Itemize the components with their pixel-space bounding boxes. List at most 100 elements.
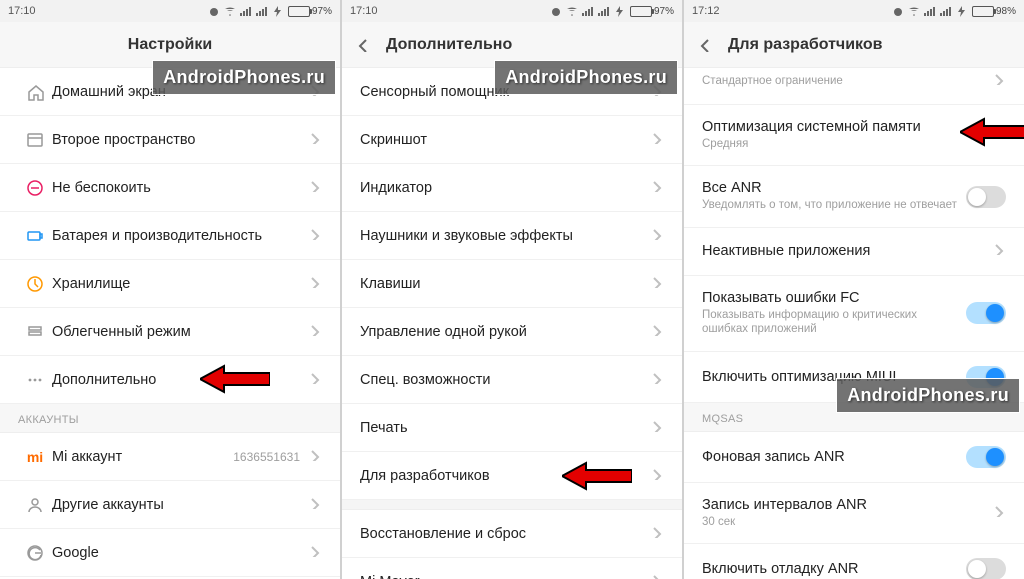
- row-label: Спец. возможности: [360, 372, 650, 388]
- phone-settings: 17:10 97% Настройки AndroidPhones.ru Дом…: [0, 0, 340, 579]
- row-label: Батарея и производительность: [52, 228, 308, 244]
- dnd-icon: [18, 179, 52, 197]
- signal-icon: [240, 5, 252, 17]
- toggle-switch[interactable]: [966, 446, 1006, 468]
- wifi-icon: [224, 5, 236, 17]
- row-sub: 30 сек: [702, 515, 992, 529]
- status-time: 17:10: [8, 5, 36, 17]
- row-label: Запись интервалов ANR: [702, 497, 992, 513]
- row-label: Дополнительно: [52, 372, 308, 388]
- row-mi-account[interactable]: mi Mi аккаунт 1636551631: [0, 433, 340, 481]
- row-sub: Уведомлять о том, что приложение не отве…: [702, 198, 966, 212]
- row-anr-bg-record[interactable]: Фоновая запись ANR: [684, 432, 1024, 483]
- signal-icon: [598, 5, 610, 17]
- row-trail: 1636551631: [233, 450, 300, 464]
- row-other-accounts[interactable]: Другие аккаунты: [0, 481, 340, 529]
- battery-indicator: 97%: [630, 6, 674, 17]
- row-label: Показывать ошибки FC: [702, 290, 966, 306]
- charging-icon: [272, 5, 284, 17]
- chevron-right-icon: [308, 544, 322, 562]
- google-icon: [18, 544, 52, 562]
- settings-list: Домашний экран Второе пространство Не бе…: [0, 68, 340, 579]
- row-memory-opt[interactable]: Оптимизация системной памяти Средняя: [684, 105, 1024, 166]
- chevron-right-icon: [650, 227, 664, 245]
- dev-list: Стандартное ограничение Оптимизация сист…: [684, 68, 1024, 579]
- row-all-anr[interactable]: Все ANR Уведомлять о том, что приложение…: [684, 166, 1024, 227]
- battery-indicator: 98%: [972, 6, 1016, 17]
- status-bar: 17:10 97%: [342, 0, 682, 22]
- back-button[interactable]: [698, 38, 718, 52]
- status-icons: 98%: [892, 5, 1016, 17]
- signal-icon: [924, 5, 936, 17]
- status-bar: 17:12 98%: [684, 0, 1024, 22]
- chevron-right-icon: [308, 448, 322, 466]
- row-label: Включить отладку ANR: [702, 561, 966, 577]
- home-icon: [18, 83, 52, 101]
- chevron-right-icon: [650, 371, 664, 389]
- section-gap: [342, 500, 682, 510]
- row-label: Фоновая запись ANR: [702, 449, 966, 465]
- chevron-right-icon: [650, 525, 664, 543]
- row-label: Другие аккаунты: [52, 497, 308, 513]
- phone-developer: 17:12 98% Для разработчиков Стандартное …: [684, 0, 1024, 579]
- row-accessibility[interactable]: Спец. возможности: [342, 356, 682, 404]
- row-indicator[interactable]: Индикатор: [342, 164, 682, 212]
- row-fc-errors[interactable]: Показывать ошибки FC Показывать информац…: [684, 276, 1024, 352]
- row-additional[interactable]: Дополнительно: [0, 356, 340, 404]
- toggle-switch[interactable]: [966, 558, 1006, 579]
- status-time: 17:12: [692, 5, 720, 17]
- status-bar: 17:10 97%: [0, 0, 340, 22]
- row-label: Хранилище: [52, 276, 308, 292]
- page-header: Для разработчиков: [684, 22, 1024, 68]
- page-title: Дополнительно: [386, 36, 512, 54]
- row-one-hand[interactable]: Управление одной рукой: [342, 308, 682, 356]
- row-mi-mover[interactable]: Mi Mover: [342, 558, 682, 579]
- signal-icon: [582, 5, 594, 17]
- row-anr-interval[interactable]: Запись интервалов ANR 30 сек: [684, 483, 1024, 544]
- row-inactive-apps[interactable]: Неактивные приложения: [684, 228, 1024, 276]
- chevron-right-icon: [308, 323, 322, 341]
- row-label: Google: [52, 545, 308, 561]
- row-dnd[interactable]: Не беспокоить: [0, 164, 340, 212]
- row-label: Не беспокоить: [52, 180, 308, 196]
- battery-icon: [18, 227, 52, 245]
- row-std-limit[interactable]: Стандартное ограничение: [684, 68, 1024, 105]
- chevron-right-icon: [308, 131, 322, 149]
- row-print[interactable]: Печать: [342, 404, 682, 452]
- more-icon: [18, 371, 52, 389]
- alarm-icon: [550, 5, 562, 17]
- row-battery-perf[interactable]: Батарея и производительность: [0, 212, 340, 260]
- row-label: Облегченный режим: [52, 324, 308, 340]
- wifi-icon: [908, 5, 920, 17]
- chevron-right-icon: [650, 419, 664, 437]
- row-lite-mode[interactable]: Облегченный режим: [0, 308, 340, 356]
- row-storage[interactable]: Хранилище: [0, 260, 340, 308]
- mi-icon: mi: [18, 449, 52, 465]
- row-label: Управление одной рукой: [360, 324, 650, 340]
- signal-icon: [940, 5, 952, 17]
- chevron-right-icon: [992, 72, 1006, 90]
- chevron-right-icon: [992, 126, 1006, 144]
- page-title: Для разработчиков: [728, 36, 882, 54]
- row-second-space[interactable]: Второе пространство: [0, 116, 340, 164]
- toggle-switch[interactable]: [966, 302, 1006, 324]
- charging-icon: [614, 5, 626, 17]
- row-reset[interactable]: Восстановление и сброс: [342, 510, 682, 558]
- chevron-right-icon: [992, 242, 1006, 260]
- row-anr-debug[interactable]: Включить отладку ANR: [684, 544, 1024, 579]
- chevron-right-icon: [308, 371, 322, 389]
- row-label: Mi аккаунт: [52, 449, 233, 465]
- chevron-right-icon: [650, 573, 664, 579]
- phone-additional: 17:10 97% Дополнительно AndroidPhones.ru…: [342, 0, 682, 579]
- row-screenshot[interactable]: Скриншот: [342, 116, 682, 164]
- row-developer-options[interactable]: Для разработчиков: [342, 452, 682, 500]
- back-button[interactable]: [356, 38, 376, 52]
- row-headphones[interactable]: Наушники и звуковые эффекты: [342, 212, 682, 260]
- row-google[interactable]: Google: [0, 529, 340, 577]
- chevron-right-icon: [308, 496, 322, 514]
- row-label: Mi Mover: [360, 574, 650, 579]
- toggle-switch[interactable]: [966, 186, 1006, 208]
- chevron-right-icon: [308, 227, 322, 245]
- chevron-right-icon: [650, 131, 664, 149]
- row-keys[interactable]: Клавиши: [342, 260, 682, 308]
